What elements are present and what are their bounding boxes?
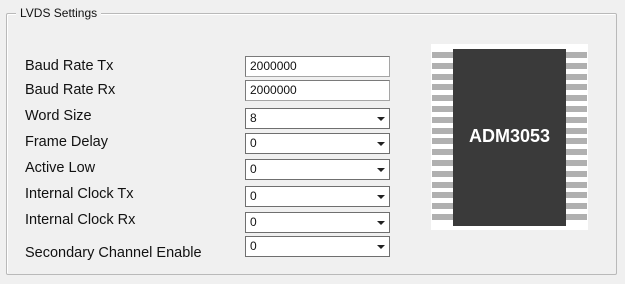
active-low-select[interactable]: 0 <box>245 159 390 180</box>
chip-pin <box>566 149 587 156</box>
chip-pin <box>566 127 587 134</box>
word-size-select[interactable]: 8 <box>245 108 390 129</box>
baud-rate-tx-label: Baud Rate Tx <box>25 58 114 74</box>
chevron-down-icon <box>377 142 385 146</box>
frame-delay-value: 0 <box>250 136 257 150</box>
chip-pin <box>566 106 587 112</box>
ic-chip-icon: ADM3053 <box>431 44 588 230</box>
internal-clock-rx-value: 0 <box>250 215 257 229</box>
chip-pin <box>566 73 587 80</box>
chip-pin <box>566 170 587 177</box>
active-low-label: Active Low <box>25 160 96 176</box>
chevron-down-icon <box>377 245 385 249</box>
chip-pin <box>432 52 453 58</box>
chip-pin <box>566 160 587 166</box>
secondary-channel-enable-select[interactable]: 0 <box>245 236 390 257</box>
internal-clock-rx-label: Internal Clock Rx <box>25 212 136 228</box>
chip-pin <box>566 203 587 210</box>
chip-pin <box>432 181 453 188</box>
chip-pin <box>432 214 453 220</box>
chevron-down-icon <box>377 168 385 172</box>
word-size-value: 8 <box>250 111 257 125</box>
word-size-label: Word Size <box>25 108 92 124</box>
internal-clock-tx-value: 0 <box>250 189 257 203</box>
chip-pin <box>432 170 453 177</box>
chip-pin <box>432 149 453 156</box>
secondary-channel-enable-label: Secondary Channel Enable <box>25 245 202 261</box>
chip-body: ADM3053 <box>453 49 566 226</box>
chip-part-number: ADM3053 <box>468 126 551 146</box>
chip-pin <box>432 84 453 91</box>
active-low-value: 0 <box>250 162 257 176</box>
chevron-down-icon <box>377 195 385 199</box>
chip-pin <box>432 116 453 123</box>
chip-pin <box>566 52 587 58</box>
chip-pin <box>432 127 453 134</box>
chip-pin <box>566 181 587 188</box>
chip-pin <box>432 73 453 80</box>
chip-pin <box>566 138 587 145</box>
chip-pin <box>566 62 587 69</box>
baud-rate-tx-input[interactable]: 2000000 <box>245 56 390 77</box>
baud-rate-rx-input[interactable]: 2000000 <box>245 80 390 101</box>
chip-pin <box>566 214 587 220</box>
chip-pin <box>432 192 453 199</box>
chip-pin <box>432 106 453 112</box>
chip-pin <box>432 62 453 69</box>
chip-pin <box>566 95 587 102</box>
internal-clock-rx-select[interactable]: 0 <box>245 212 390 233</box>
chip-pin <box>566 84 587 91</box>
group-title: LVDS Settings <box>16 6 102 20</box>
chip-pin <box>432 138 453 145</box>
frame-delay-select[interactable]: 0 <box>245 133 390 154</box>
internal-clock-tx-label: Internal Clock Tx <box>25 186 134 202</box>
baud-rate-rx-label: Baud Rate Rx <box>25 82 116 98</box>
chevron-down-icon <box>377 221 385 225</box>
internal-clock-tx-select[interactable]: 0 <box>245 186 390 207</box>
chevron-down-icon <box>377 117 385 121</box>
secondary-channel-enable-value: 0 <box>250 239 257 253</box>
frame-delay-label: Frame Delay <box>25 134 108 150</box>
chip-pin <box>432 160 453 166</box>
chip-pin <box>566 192 587 199</box>
chip-pin <box>432 203 453 210</box>
chip-pin <box>432 95 453 102</box>
chip-pin <box>566 116 587 123</box>
